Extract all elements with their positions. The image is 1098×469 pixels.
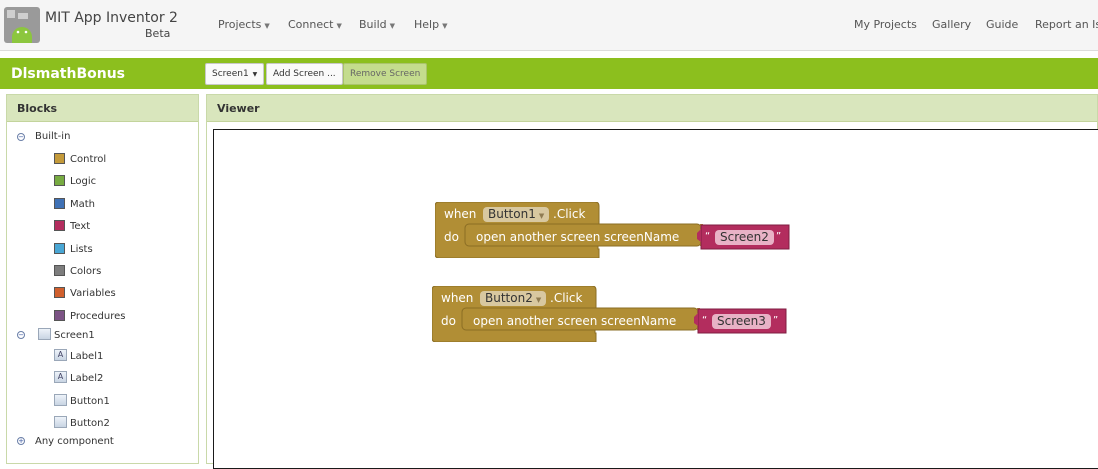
drawer-variables[interactable]: Variables <box>70 288 116 299</box>
blocks-workspace[interactable]: when Button1 ▼ .Click do open another scr… <box>213 129 1098 469</box>
close-quote: ” <box>773 315 779 326</box>
text-value-field[interactable]: Screen3 <box>712 314 771 329</box>
drawer-lists[interactable]: Lists <box>70 244 93 255</box>
caret-down-icon: ▼ <box>264 22 270 30</box>
add-screen-button[interactable]: Add Screen ... <box>266 63 343 85</box>
label-icon: A <box>54 371 67 384</box>
close-quote: ” <box>776 231 782 242</box>
app-subtitle: Beta <box>145 27 171 40</box>
open-quote: “ <box>702 315 708 326</box>
screen-name-param-label: screenName <box>601 314 677 328</box>
drawer-procedures[interactable]: Procedures <box>70 311 125 322</box>
project-name: DlsmathBonus <box>11 66 126 82</box>
menu-connect-label: Connect <box>288 18 334 31</box>
drawer-color-swatch <box>54 309 65 321</box>
do-label: do <box>444 230 459 244</box>
open-screen-call-label: open another screen <box>473 314 598 328</box>
component-dropdown[interactable]: Button2 ▼ <box>480 291 547 306</box>
blocks-panel: Blocks − Built-in − Screen1 + Any compon… <box>6 94 199 464</box>
tree-button1[interactable]: Button1 <box>70 396 110 407</box>
event-label: .Click <box>550 291 583 305</box>
tree-screen1[interactable]: Screen1 <box>54 330 95 341</box>
caret-down-icon: ▼ <box>535 296 542 304</box>
menu-help-label: Help <box>414 18 440 31</box>
remove-screen-button[interactable]: Remove Screen <box>343 63 428 85</box>
expand-icon[interactable]: + <box>17 437 25 445</box>
drawer-color-swatch <box>54 287 65 299</box>
menu-connect[interactable]: Connect ▼ <box>288 18 342 31</box>
event-block-button1-click[interactable]: when Button1 ▼ .Click do open another scr… <box>435 202 795 258</box>
nav-report-issue[interactable]: Report an Iss <box>1035 18 1098 31</box>
button-icon <box>54 416 67 429</box>
drawer-color-swatch <box>54 242 65 254</box>
drawer-color-swatch <box>54 220 65 232</box>
caret-down-icon: ▼ <box>252 71 258 78</box>
nav-guide[interactable]: Guide <box>986 18 1018 31</box>
viewer-panel: Viewer when Button1 ▼ .Click do open anot… <box>206 94 1098 469</box>
screen-select-dropdown[interactable]: Screen1 ▼ <box>205 63 265 85</box>
button-icon <box>54 393 67 406</box>
tree-label2[interactable]: Label2 <box>70 373 103 384</box>
component-dropdown[interactable]: Button1 ▼ <box>483 207 550 222</box>
collapse-icon[interactable]: − <box>17 331 25 339</box>
drawer-color-swatch <box>54 265 65 276</box>
menu-build[interactable]: Build ▼ <box>359 18 395 31</box>
drawer-color-swatch <box>54 197 65 209</box>
screen-select-label: Screen1 <box>212 69 249 79</box>
menu-projects-label: Projects <box>218 18 262 31</box>
tree-any-component[interactable]: Any component <box>35 436 114 447</box>
project-toolbar: DlsmathBonus Screen1 ▼ Add Screen ... Rem… <box>0 58 1098 89</box>
caret-down-icon: ▼ <box>538 212 545 220</box>
tree-button2[interactable]: Button2 <box>70 418 110 429</box>
caret-down-icon: ▼ <box>442 22 448 30</box>
app-inventor-logo-icon[interactable] <box>4 7 40 43</box>
drawer-math[interactable]: Math <box>70 199 95 210</box>
text-value-field[interactable]: Screen2 <box>715 230 774 245</box>
open-screen-call-label: open another screen <box>476 230 601 244</box>
viewer-panel-header: Viewer <box>207 95 1097 122</box>
drawer-text[interactable]: Text <box>70 221 90 232</box>
caret-down-icon: ▼ <box>389 22 396 30</box>
top-navigation-bar: MIT App Inventor 2 Beta Projects ▼ Connec… <box>0 0 1098 51</box>
event-label: .Click <box>553 207 586 221</box>
event-block-button2-click[interactable]: when Button2 ▼ .Click do open another scr… <box>432 286 792 342</box>
drawer-colors[interactable]: Colors <box>70 266 101 277</box>
when-label: when <box>444 207 477 221</box>
do-label: do <box>441 314 456 328</box>
menu-help[interactable]: Help ▼ <box>414 18 447 31</box>
collapse-icon[interactable]: − <box>17 133 25 141</box>
menu-projects[interactable]: Projects ▼ <box>218 18 270 31</box>
component-dropdown-label: Button1 <box>488 207 536 221</box>
app-title: MIT App Inventor 2 <box>45 10 178 26</box>
component-dropdown-label: Button2 <box>485 291 533 305</box>
open-quote: “ <box>705 231 711 242</box>
tree-label1[interactable]: Label1 <box>70 351 103 362</box>
nav-gallery[interactable]: Gallery <box>932 18 971 31</box>
drawer-color-swatch <box>54 175 65 187</box>
nav-my-projects[interactable]: My Projects <box>854 18 917 31</box>
drawer-control[interactable]: Control <box>70 154 106 165</box>
caret-down-icon: ▼ <box>336 22 342 30</box>
drawer-color-swatch <box>54 153 65 164</box>
when-label: when <box>441 291 474 305</box>
label-icon: A <box>54 349 67 361</box>
blocks-panel-header: Blocks <box>7 95 198 122</box>
drawer-logic[interactable]: Logic <box>70 176 96 187</box>
screen-icon <box>38 328 51 340</box>
menu-build-label: Build <box>359 18 387 31</box>
screen-name-param-label: screenName <box>604 230 680 244</box>
tree-builtin[interactable]: Built-in <box>35 131 70 142</box>
